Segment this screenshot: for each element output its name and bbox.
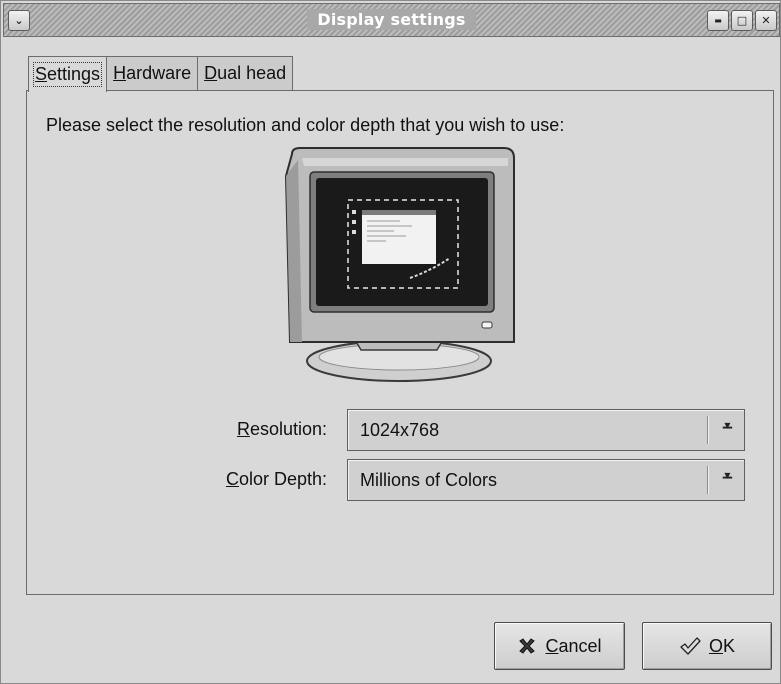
display-settings-window: ⌄ Display settings ▬ □ ✕ Settings Hardwa… bbox=[0, 0, 781, 684]
tab-hardware-label: Hardware bbox=[113, 63, 192, 83]
tab-settings[interactable]: Settings bbox=[28, 56, 108, 92]
x-mark-icon bbox=[519, 638, 536, 654]
tab-bar: Settings Hardware Dual head bbox=[28, 56, 294, 92]
color-depth-dropdown[interactable]: Millions of Colors ▾ ▔ bbox=[347, 459, 745, 501]
tab-settings-label: Settings bbox=[32, 62, 103, 87]
checkmark-icon bbox=[680, 637, 701, 655]
maximize-button[interactable]: □ bbox=[731, 10, 753, 31]
monitor-icon bbox=[284, 147, 515, 382]
resolution-label: Resolution: bbox=[236, 419, 327, 439]
maximize-icon: □ bbox=[736, 14, 748, 27]
resolution-value: 1024x768 bbox=[360, 420, 440, 440]
tab-dual-head-label: Dual head bbox=[204, 63, 287, 83]
cancel-button[interactable]: Cancel bbox=[494, 622, 625, 670]
ok-button[interactable]: OK bbox=[642, 622, 772, 670]
instruction-text: Please select the resolution and color d… bbox=[46, 115, 565, 135]
close-icon: ✕ bbox=[761, 14, 771, 27]
tab-hardware[interactable]: Hardware bbox=[106, 56, 199, 90]
dropdown-arrow-icon: ▾ ▔ bbox=[722, 468, 732, 491]
title-bar[interactable]: ⌄ Display settings ▬ □ ✕ bbox=[3, 3, 780, 37]
settings-panel: Please select the resolution and color d… bbox=[26, 90, 774, 595]
dropdown-arrow-icon: ▾ ▔ bbox=[722, 418, 732, 441]
tab-dual-head[interactable]: Dual head bbox=[197, 56, 294, 90]
minimize-icon: ▬ bbox=[714, 16, 722, 25]
minimize-button[interactable]: ▬ bbox=[707, 10, 729, 31]
ok-button-label: OK bbox=[708, 635, 736, 656]
close-button[interactable]: ✕ bbox=[755, 10, 777, 31]
resolution-dropdown[interactable]: 1024x768 ▾ ▔ bbox=[347, 409, 745, 451]
cancel-button-label: Cancel bbox=[545, 635, 602, 656]
color-depth-value: Millions of Colors bbox=[360, 470, 498, 490]
color-depth-label: Color Depth: bbox=[225, 469, 327, 489]
window-title: Display settings bbox=[4, 9, 779, 30]
